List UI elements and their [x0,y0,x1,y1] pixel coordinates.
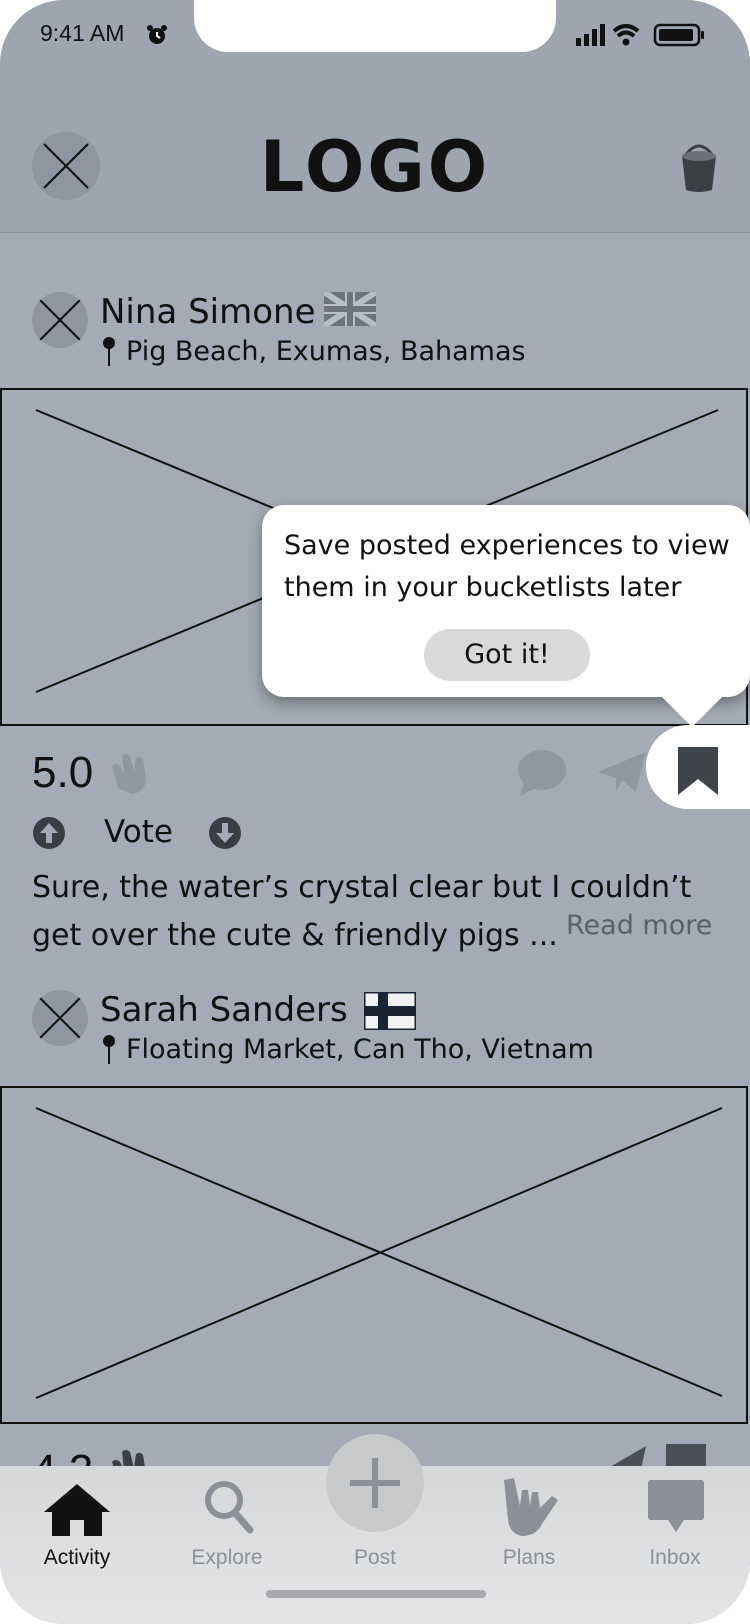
post-button[interactable] [326,1434,424,1532]
bookmark-tooltip: Save posted experiences to view them in … [262,505,750,697]
chat-icon [648,1480,704,1532]
plus-icon [350,1458,400,1508]
post-location[interactable]: Floating Market, Can Tho, Vietnam [126,1034,594,1065]
tab-label: Activity [43,1546,111,1569]
finland-flag-icon [364,992,416,1030]
bookmark-button[interactable] [646,725,750,809]
avatar-placeholder-icon [39,997,81,1039]
hand-icon [504,1478,558,1536]
got-it-button[interactable]: Got it! [424,629,590,681]
user-name[interactable]: Nina Simone [100,292,316,332]
tab-label: Explore [191,1546,263,1569]
app-logo: LOGO [259,126,491,208]
tab-explore[interactable]: Explore [152,1466,302,1606]
clap-icon[interactable] [108,748,156,796]
avatar-placeholder-icon [39,299,81,341]
comment-icon[interactable] [516,748,568,798]
tab-label: Post [353,1546,397,1569]
device-notch [194,0,556,52]
wifi-icon [612,24,640,46]
app-screen: 9:41 AM LOGO Nina Simone Pig Beach, Exum… [0,0,750,1624]
home-indicator[interactable] [266,1590,486,1598]
signal-icon [576,24,605,46]
post-location[interactable]: Pig Beach, Exumas, Bahamas [126,336,526,367]
location-pin-icon [103,1035,115,1064]
tooltip-text: Save posted experiences to view them in … [284,530,730,603]
bucket-icon[interactable] [680,140,718,194]
alarm-icon [147,25,167,44]
avatar[interactable] [32,292,88,348]
tab-inbox[interactable]: Inbox [600,1466,750,1606]
upvote-button[interactable] [32,816,66,850]
post-rating: 5.0 [32,748,94,797]
share-icon[interactable] [596,750,648,794]
post-image-placeholder[interactable] [0,1086,748,1424]
tooltip-pointer [660,695,724,727]
location-pin-icon [103,337,115,366]
battery-icon [653,23,704,47]
bookmark-icon [678,747,718,795]
avatar[interactable] [32,990,88,1046]
downvote-button[interactable] [208,816,242,850]
tab-plans[interactable]: Plans [454,1466,604,1606]
home-icon [44,1484,110,1536]
tab-label: Plans [502,1546,556,1569]
search-icon [205,1481,254,1534]
status-icons [576,23,704,47]
image-placeholder-icon [35,1107,723,1399]
vote-label: Vote [104,814,173,850]
uk-flag-icon [324,292,376,326]
user-name[interactable]: Sarah Sanders [100,990,348,1030]
tab-label: Inbox [649,1546,701,1569]
tab-activity[interactable]: Activity [2,1466,152,1606]
status-time: 9:41 AM [40,20,125,46]
read-more-link[interactable]: Read more [566,910,712,941]
